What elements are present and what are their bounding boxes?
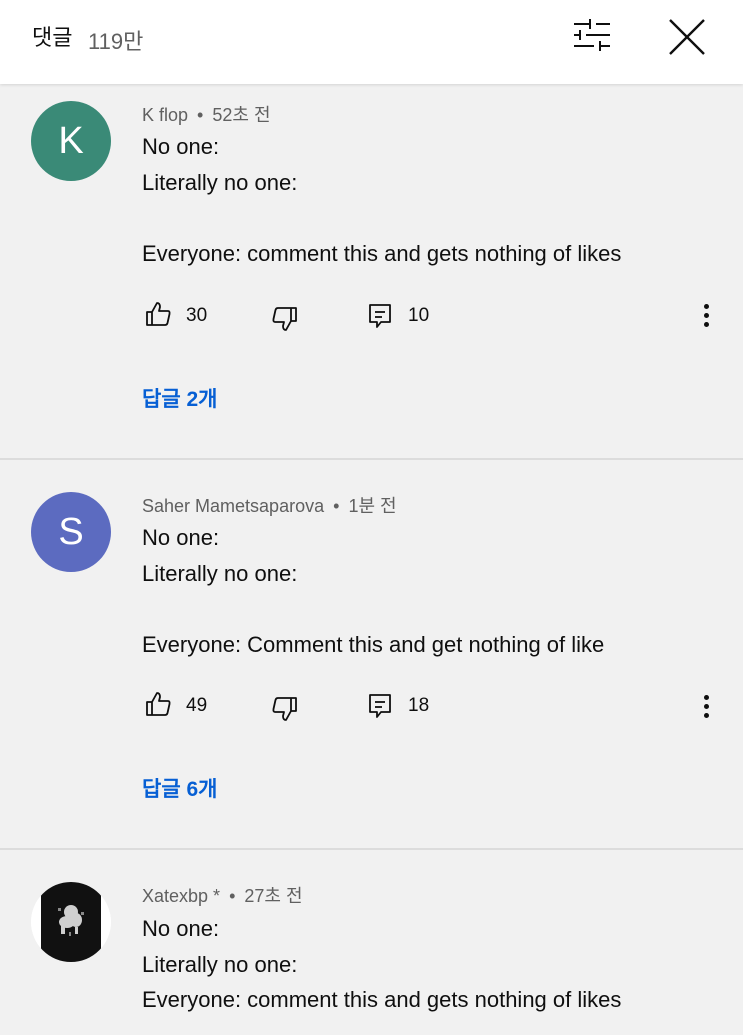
thumbs-down-icon (272, 307, 297, 331)
comment-meta: Xatexbp * • 27초 전 (142, 882, 303, 908)
comment-line: Everyone: comment this and gets nothing … (142, 987, 622, 1012)
comment-meta: Saher Mametsaparova • 1분 전 (142, 492, 397, 518)
author-name[interactable]: Saher Mametsaparova (142, 496, 324, 516)
view-replies-button[interactable]: 답글 2개 (142, 383, 217, 413)
comment-line: No one: (142, 916, 220, 941)
more-dot (704, 304, 709, 309)
comment-time: 1분 전 (348, 496, 397, 516)
avatar-letter: K (58, 120, 84, 162)
meta-separator: • (229, 886, 236, 906)
reply-count: 10 (408, 305, 430, 326)
thumbs-up-icon (146, 302, 171, 326)
divider (0, 458, 743, 460)
meta-separator: • (333, 496, 340, 516)
reply-button[interactable] (367, 692, 393, 725)
reply-count: 18 (408, 695, 430, 716)
comment-line: No one: (142, 134, 220, 159)
more-dot (704, 695, 709, 700)
sliders-icon (574, 19, 610, 51)
comment-icon (369, 694, 391, 718)
comments-header: 댓글 119만 (0, 0, 743, 84)
comment-time: 52초 전 (212, 105, 271, 125)
thumbs-down-icon (272, 697, 297, 721)
dislike-button[interactable] (271, 305, 299, 338)
comment-line: No one: (142, 525, 220, 550)
comment-line: Literally no one: (142, 170, 298, 195)
view-replies-button[interactable]: 답글 6개 (142, 773, 217, 803)
like-button[interactable] (144, 690, 172, 723)
comment-line: Everyone: Comment this and get nothing o… (142, 632, 605, 657)
more-dot (704, 704, 709, 709)
comment-line: Literally no one: (142, 952, 298, 977)
avatar-image (31, 882, 111, 962)
more-dot (704, 313, 709, 318)
avatar-letter: S (58, 511, 84, 553)
comment-icon (369, 304, 391, 328)
more-options-button[interactable] (696, 691, 718, 721)
comment-line: Everyone: comment this and gets nothing … (142, 241, 622, 266)
comment-count: 119만 (88, 29, 144, 54)
author-name[interactable]: Xatexbp * (142, 886, 220, 906)
close-icon (669, 19, 705, 55)
avatar[interactable]: K (31, 101, 111, 181)
author-name[interactable]: K flop (142, 105, 188, 125)
more-dot (704, 713, 709, 718)
comment-time: 27초 전 (244, 886, 303, 906)
more-dot (704, 322, 709, 327)
avatar[interactable]: S (31, 492, 111, 572)
header-title: 댓글 (32, 25, 73, 50)
comment-meta: K flop • 52초 전 (142, 101, 271, 127)
close-button[interactable] (664, 14, 710, 60)
thumbs-up-icon (146, 692, 171, 716)
filter-button[interactable] (568, 14, 616, 58)
divider (0, 848, 743, 850)
meta-separator: • (197, 105, 204, 125)
like-button[interactable] (144, 300, 172, 333)
avatar[interactable] (31, 882, 111, 962)
like-count: 49 (186, 695, 208, 716)
like-count: 30 (186, 305, 208, 326)
comment-line: Literally no one: (142, 561, 298, 586)
reply-button[interactable] (367, 302, 393, 335)
more-options-button[interactable] (696, 300, 718, 330)
dislike-button[interactable] (271, 695, 299, 728)
